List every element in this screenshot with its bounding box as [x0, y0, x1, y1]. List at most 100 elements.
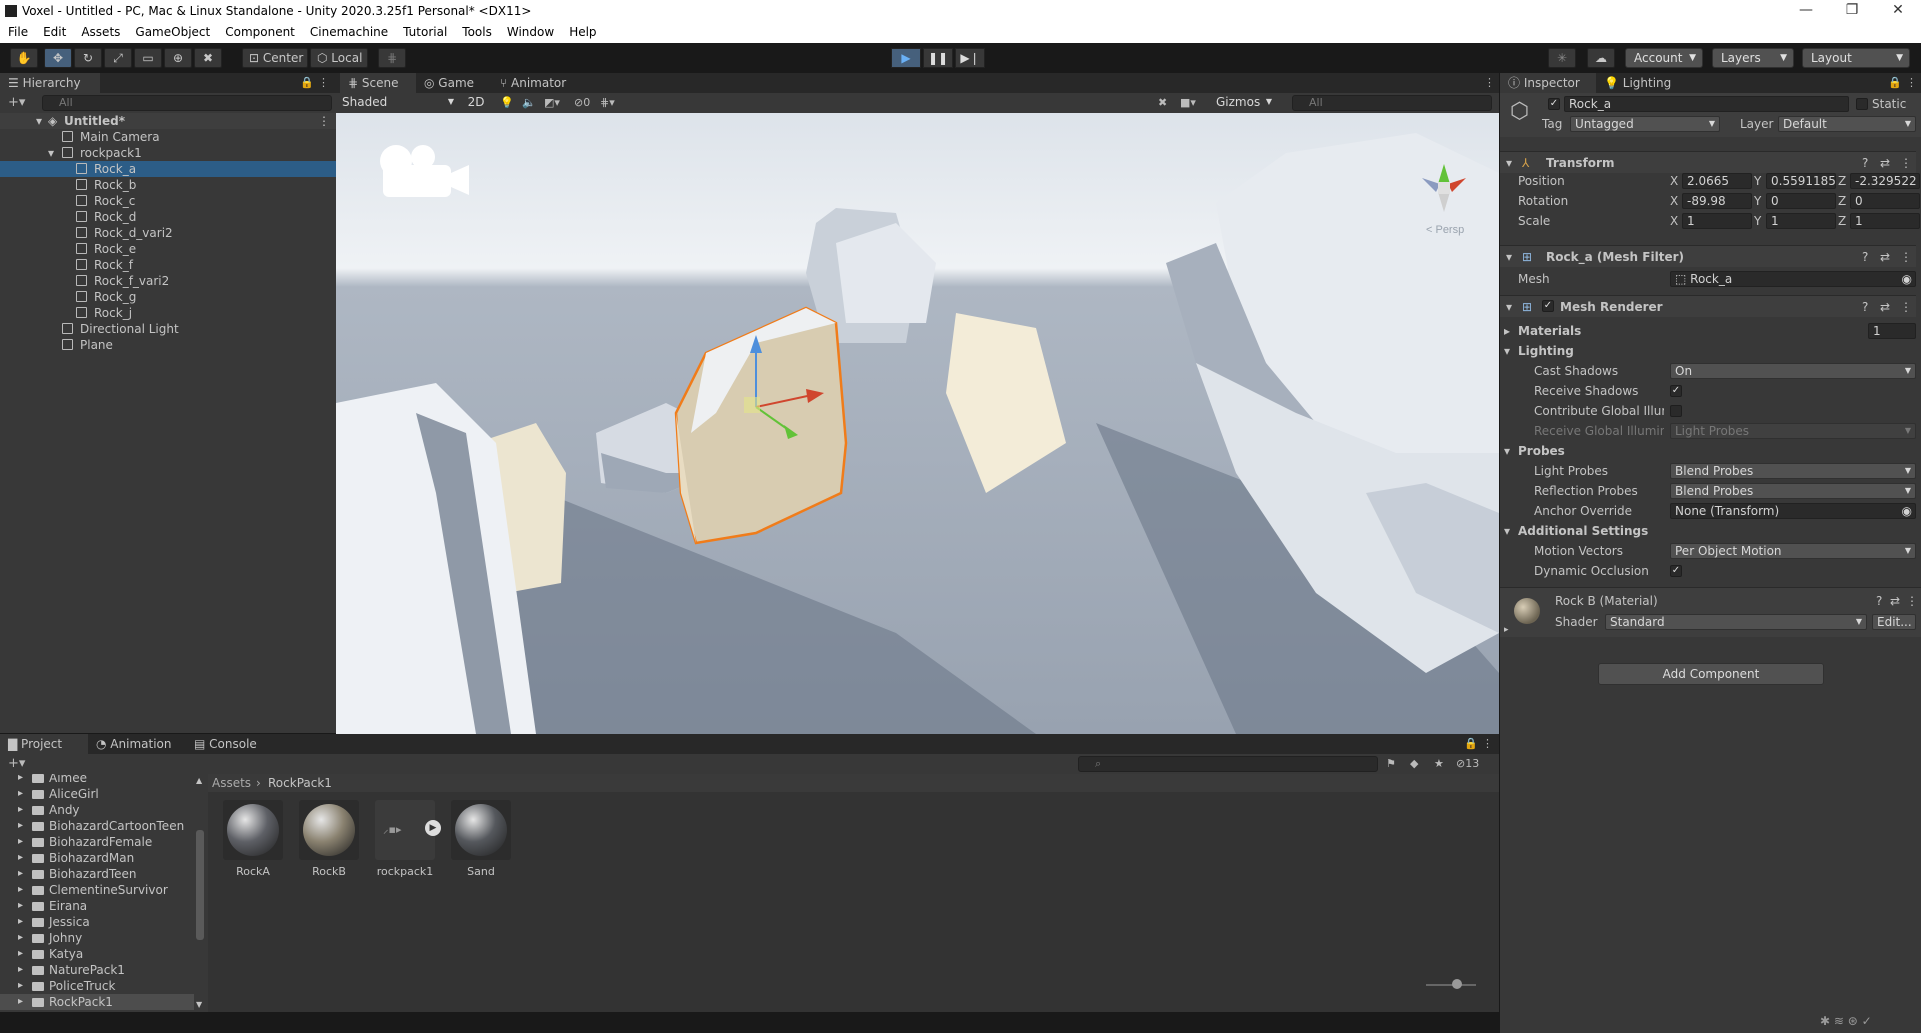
add-component-button[interactable]: Add Component	[1598, 663, 1824, 685]
asset-item[interactable]: Sand	[450, 800, 512, 878]
collapsed-arrow-icon[interactable]: ▸	[18, 994, 23, 1010]
kebab-menu-icon[interactable]: ⋮	[1900, 155, 1912, 171]
tab-console[interactable]: ▤ Console	[186, 734, 272, 754]
axis-label[interactable]: Z	[1838, 193, 1846, 209]
position-x-field[interactable]: 2.0665	[1682, 173, 1752, 189]
folder-item[interactable]: ▸ Jessica	[0, 914, 194, 930]
scale-tool-icon[interactable]: ⤢	[104, 48, 132, 68]
layout-dropdown[interactable]: Layout ▼	[1802, 48, 1910, 68]
custom-tool-icon[interactable]: ✖	[194, 48, 222, 68]
layers-icon[interactable]: ≋	[1834, 1014, 1844, 1028]
help-icon[interactable]: ?	[1862, 249, 1868, 265]
scroll-down-arrow-icon[interactable]: ▼	[196, 1000, 202, 1009]
step-button[interactable]: ▶❘	[955, 48, 985, 68]
favorite-icon[interactable]: ★	[1434, 757, 1444, 770]
axis-label[interactable]: Z	[1838, 173, 1846, 189]
persp-label[interactable]: < Persp	[1426, 224, 1464, 236]
breadcrumb-assets[interactable]: Assets	[212, 775, 251, 791]
help-icon[interactable]: ?	[1862, 155, 1868, 171]
rotation-y-field[interactable]: 0	[1766, 193, 1836, 209]
rotation-z-field[interactable]: 0	[1850, 193, 1920, 209]
project-search-input[interactable]: ⌕	[1078, 756, 1378, 772]
hidden-packages-icon[interactable]: ⊘13	[1456, 757, 1479, 770]
tag-dropdown[interactable]: Untagged ▼	[1570, 116, 1720, 132]
hierarchy-item[interactable]: Rock_g	[0, 289, 336, 305]
menu-tutorial[interactable]: Tutorial	[395, 22, 454, 43]
expand-arrow-icon[interactable]: ▾	[48, 145, 54, 161]
menu-assets[interactable]: Assets	[73, 22, 127, 43]
mesh-renderer-enabled-checkbox[interactable]: ✓	[1542, 300, 1554, 312]
gizmos-dropdown[interactable]: Gizmos ▼	[1212, 95, 1276, 111]
minimize-button[interactable]: —	[1783, 0, 1829, 22]
rotation-x-field[interactable]: -89.98	[1682, 193, 1752, 209]
audio-toggle-icon[interactable]: 🔈	[522, 96, 536, 109]
tab-hierarchy[interactable]: ☰ Hierarchy	[0, 73, 100, 93]
axis-label[interactable]: Y	[1754, 213, 1761, 229]
tab-animator[interactable]: ⑂ Animator	[492, 73, 588, 93]
folder-item[interactable]: ▸ Katya	[0, 946, 194, 962]
menu-window[interactable]: Window	[499, 22, 561, 43]
add-object-button[interactable]: +▾	[8, 95, 25, 110]
grid-toggle-icon[interactable]: ⋕▾	[600, 96, 615, 109]
network-icon[interactable]: ⊛	[1848, 1014, 1858, 1028]
collapsed-arrow-icon[interactable]: ▸	[18, 962, 23, 978]
collapsed-arrow-icon[interactable]: ▸	[18, 914, 23, 930]
rotate-tool-icon[interactable]: ↻	[74, 48, 102, 68]
scene-viewport[interactable]: < Persp	[336, 113, 1499, 734]
scale-x-field[interactable]: 1	[1682, 213, 1752, 229]
folder-item[interactable]: ▸ BiohazardTeen	[0, 866, 194, 882]
play-button[interactable]: ▶	[891, 48, 921, 68]
bug-icon[interactable]: ✱	[1820, 1014, 1830, 1028]
asset-item[interactable]: ⸝▪▸ ▶ rockpack1	[374, 800, 441, 878]
cloud-icon[interactable]: ☁	[1587, 48, 1615, 68]
motion-vectors-dropdown[interactable]: Per Object Motion ▼	[1670, 543, 1916, 559]
collapsed-arrow-icon[interactable]: ▸	[1504, 622, 1509, 638]
collapsed-arrow-icon[interactable]: ▸	[18, 774, 23, 786]
collapsed-arrow-icon[interactable]: ▸	[18, 978, 23, 994]
layers-dropdown[interactable]: Layers ▼	[1712, 48, 1794, 68]
folder-item[interactable]: ▸ PoliceTruck	[0, 978, 194, 994]
scale-z-field[interactable]: 1	[1850, 213, 1920, 229]
pivot-local-toggle[interactable]: ⬡ Local	[310, 48, 368, 68]
mesh-field[interactable]: ⬚ Rock_a ◉	[1670, 271, 1916, 287]
axis-label[interactable]: X	[1670, 213, 1678, 229]
collapsed-arrow-icon[interactable]: ▸	[18, 818, 23, 834]
collapsed-arrow-icon[interactable]: ▸	[18, 882, 23, 898]
presets-icon[interactable]: ⇄	[1890, 593, 1900, 609]
cast-shadows-dropdown[interactable]: On ▼	[1670, 363, 1916, 379]
hierarchy-item[interactable]: Directional Light	[0, 321, 336, 337]
filter-by-type-icon[interactable]: ⚑	[1386, 757, 1396, 770]
collapsed-arrow-icon[interactable]: ▸	[18, 930, 23, 946]
lighting-toggle-icon[interactable]: 💡	[500, 96, 514, 109]
hierarchy-item[interactable]: Rock_f_vari2	[0, 273, 336, 289]
kebab-menu-icon[interactable]: ⋮	[1900, 299, 1912, 315]
collapsed-arrow-icon[interactable]: ▸	[18, 802, 23, 818]
kebab-menu-icon[interactable]: ⋮	[318, 76, 329, 89]
zoom-slider[interactable]	[1426, 984, 1476, 986]
menu-edit[interactable]: Edit	[35, 22, 73, 43]
tab-project[interactable]: ▇ Project	[0, 734, 88, 754]
light-probes-dropdown[interactable]: Blend Probes ▼	[1670, 463, 1916, 479]
pause-button[interactable]: ❚❚	[923, 48, 953, 68]
shader-dropdown[interactable]: Standard ▼	[1605, 614, 1867, 630]
collapsed-arrow-icon[interactable]: ▸	[18, 946, 23, 962]
tab-inspector[interactable]: ⓘ Inspector	[1500, 73, 1596, 93]
presets-icon[interactable]: ⇄	[1880, 299, 1890, 315]
rect-tool-icon[interactable]: ▭	[134, 48, 162, 68]
folder-tree-scrollbar[interactable]	[196, 830, 204, 940]
transform-header[interactable]: ▾ ⅄ Transform ? ⇄ ⋮	[1500, 151, 1916, 173]
folder-item[interactable]: ▸ BiohazardCartoonTeen	[0, 818, 194, 834]
receive-shadows-checkbox[interactable]: ✓	[1670, 385, 1682, 397]
folder-item[interactable]: ▸ NaturePack1	[0, 962, 194, 978]
materials-count-field[interactable]: 1	[1868, 323, 1916, 339]
folder-item[interactable]: ▸ RockPack1	[0, 994, 194, 1010]
lock-icon[interactable]: 🔒	[300, 76, 314, 89]
tab-scene[interactable]: ⋕ Scene	[340, 73, 416, 93]
collapsed-arrow-icon[interactable]: ▸	[18, 850, 23, 866]
maximize-button[interactable]: ❐	[1829, 0, 1875, 22]
folder-item[interactable]: ▸ ClementineSurvivor	[0, 882, 194, 898]
position-z-field[interactable]: -2.329522	[1850, 173, 1920, 189]
account-dropdown[interactable]: Account ▼	[1625, 48, 1703, 68]
tools-icon[interactable]: ✖	[1158, 96, 1167, 109]
dynamic-occlusion-checkbox[interactable]: ✓	[1670, 565, 1682, 577]
